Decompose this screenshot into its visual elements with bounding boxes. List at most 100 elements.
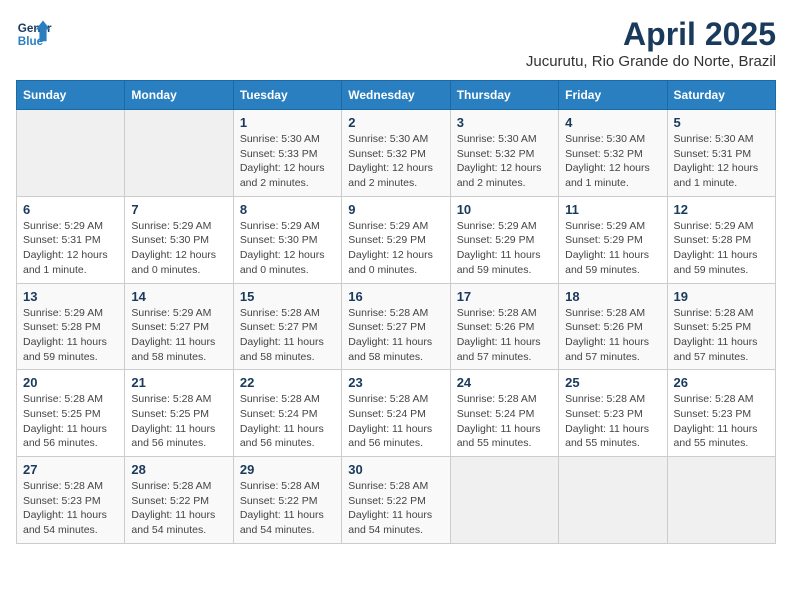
day-number: 6 [23, 202, 118, 217]
calendar-cell: 8Sunrise: 5:29 AM Sunset: 5:30 PM Daylig… [233, 196, 341, 283]
calendar-cell: 6 Sunrise: 5:29 AM Sunset: 5:31 PM Daylig… [17, 196, 125, 283]
calendar-cell: 20 Sunrise: 5:28 AM Sunset: 5:25 PM Dayli… [17, 370, 125, 457]
day-number: 19 [674, 289, 769, 304]
day-info: Sunrise: 5:28 AM Sunset: 5:23 PM Dayligh… [565, 392, 660, 451]
calendar-cell: 2 Sunrise: 5:30 AM Sunset: 5:32 PM Daylig… [342, 110, 450, 197]
calendar-cell: 1 Sunrise: 5:30 AM Sunset: 5:33 PM Daylig… [233, 110, 341, 197]
day-info: Sunrise: 5:28 AM Sunset: 5:22 PM Dayligh… [131, 479, 226, 538]
day-number: 13 [23, 289, 118, 304]
day-number: 1 [240, 115, 335, 130]
day-info: Sunrise: 5:28 AM Sunset: 5:24 PM Dayligh… [457, 392, 552, 451]
calendar-week-row: 6 Sunrise: 5:29 AM Sunset: 5:31 PM Daylig… [17, 196, 776, 283]
day-info: Sunrise: 5:29 AM Sunset: 5:27 PM Dayligh… [131, 306, 226, 365]
day-number: 28 [131, 462, 226, 477]
calendar-cell: 26 Sunrise: 5:28 AM Sunset: 5:23 PM Dayli… [667, 370, 775, 457]
day-number: 9 [348, 202, 443, 217]
calendar-week-row: 27 Sunrise: 5:28 AM Sunset: 5:23 PM Dayli… [17, 457, 776, 544]
day-number: 27 [23, 462, 118, 477]
day-number: 29 [240, 462, 335, 477]
header: General Blue April 2025 Jucurutu, Rio Gr… [16, 16, 776, 70]
day-info: Sunrise: 5:28 AM Sunset: 5:22 PM Dayligh… [240, 479, 335, 538]
day-number: 10 [457, 202, 552, 217]
calendar-cell: 3 Sunrise: 5:30 AM Sunset: 5:32 PM Daylig… [450, 110, 558, 197]
calendar-cell: 27 Sunrise: 5:28 AM Sunset: 5:23 PM Dayli… [17, 457, 125, 544]
day-info: Sunrise: 5:28 AM Sunset: 5:24 PM Dayligh… [240, 392, 335, 451]
title-area: April 2025 Jucurutu, Rio Grande do Norte… [526, 16, 776, 70]
calendar-cell [559, 457, 667, 544]
calendar-cell: 28 Sunrise: 5:28 AM Sunset: 5:22 PM Dayli… [125, 457, 233, 544]
day-number: 7 [131, 202, 226, 217]
calendar-cell: 23 Sunrise: 5:28 AM Sunset: 5:24 PM Dayli… [342, 370, 450, 457]
calendar-cell: 7 Sunrise: 5:29 AM Sunset: 5:30 PM Daylig… [125, 196, 233, 283]
day-info: Sunrise: 5:29 AM Sunset: 5:28 PM Dayligh… [23, 306, 118, 365]
day-number: 2 [348, 115, 443, 130]
calendar-header-row: SundayMondayTuesdayWednesdayThursdayFrid… [17, 81, 776, 110]
page-subtitle: Jucurutu, Rio Grande do Norte, Brazil [526, 53, 776, 70]
calendar-cell: 15 Sunrise: 5:28 AM Sunset: 5:27 PM Dayli… [233, 283, 341, 370]
day-number: 5 [674, 115, 769, 130]
day-info: Sunrise: 5:28 AM Sunset: 5:23 PM Dayligh… [674, 392, 769, 451]
calendar-cell: 14 Sunrise: 5:29 AM Sunset: 5:27 PM Dayli… [125, 283, 233, 370]
day-info: Sunrise: 5:28 AM Sunset: 5:26 PM Dayligh… [565, 306, 660, 365]
day-info: Sunrise: 5:28 AM Sunset: 5:25 PM Dayligh… [23, 392, 118, 451]
day-info: Sunrise: 5:29 AM Sunset: 5:30 PM Dayligh… [131, 219, 226, 278]
weekday-header: Tuesday [233, 81, 341, 110]
day-info: Sunrise: 5:28 AM Sunset: 5:26 PM Dayligh… [457, 306, 552, 365]
weekday-header: Monday [125, 81, 233, 110]
day-number: 30 [348, 462, 443, 477]
day-number: 22 [240, 375, 335, 390]
calendar-cell [125, 110, 233, 197]
weekday-header: Wednesday [342, 81, 450, 110]
calendar-cell: 11 Sunrise: 5:29 AM Sunset: 5:29 PM Dayli… [559, 196, 667, 283]
calendar-cell: 5Sunrise: 5:30 AM Sunset: 5:31 PM Daylig… [667, 110, 775, 197]
day-info: Sunrise: 5:29 AM Sunset: 5:31 PM Dayligh… [23, 219, 118, 278]
day-info: Sunrise: 5:29 AM Sunset: 5:29 PM Dayligh… [565, 219, 660, 278]
day-info: Sunrise: 5:28 AM Sunset: 5:25 PM Dayligh… [674, 306, 769, 365]
day-info: Sunrise: 5:30 AM Sunset: 5:32 PM Dayligh… [348, 132, 443, 191]
calendar-cell: 12Sunrise: 5:29 AM Sunset: 5:28 PM Dayli… [667, 196, 775, 283]
day-info: Sunrise: 5:28 AM Sunset: 5:25 PM Dayligh… [131, 392, 226, 451]
logo: General Blue [16, 16, 52, 52]
calendar-cell: 19 Sunrise: 5:28 AM Sunset: 5:25 PM Dayli… [667, 283, 775, 370]
weekday-header: Friday [559, 81, 667, 110]
calendar-cell: 21 Sunrise: 5:28 AM Sunset: 5:25 PM Dayli… [125, 370, 233, 457]
day-info: Sunrise: 5:29 AM Sunset: 5:30 PM Dayligh… [240, 219, 335, 278]
day-number: 21 [131, 375, 226, 390]
calendar-week-row: 13 Sunrise: 5:29 AM Sunset: 5:28 PM Dayli… [17, 283, 776, 370]
day-number: 20 [23, 375, 118, 390]
calendar-table: SundayMondayTuesdayWednesdayThursdayFrid… [16, 80, 776, 544]
calendar-cell [17, 110, 125, 197]
day-number: 17 [457, 289, 552, 304]
day-number: 15 [240, 289, 335, 304]
day-info: Sunrise: 5:28 AM Sunset: 5:22 PM Dayligh… [348, 479, 443, 538]
day-info: Sunrise: 5:28 AM Sunset: 5:27 PM Dayligh… [348, 306, 443, 365]
day-info: Sunrise: 5:28 AM Sunset: 5:24 PM Dayligh… [348, 392, 443, 451]
day-info: Sunrise: 5:28 AM Sunset: 5:27 PM Dayligh… [240, 306, 335, 365]
day-number: 23 [348, 375, 443, 390]
day-info: Sunrise: 5:29 AM Sunset: 5:28 PM Dayligh… [674, 219, 769, 278]
calendar-week-row: 20 Sunrise: 5:28 AM Sunset: 5:25 PM Dayli… [17, 370, 776, 457]
day-number: 3 [457, 115, 552, 130]
day-number: 16 [348, 289, 443, 304]
weekday-header: Thursday [450, 81, 558, 110]
day-info: Sunrise: 5:29 AM Sunset: 5:29 PM Dayligh… [457, 219, 552, 278]
calendar-cell: 13 Sunrise: 5:29 AM Sunset: 5:28 PM Dayli… [17, 283, 125, 370]
day-info: Sunrise: 5:30 AM Sunset: 5:33 PM Dayligh… [240, 132, 335, 191]
day-number: 14 [131, 289, 226, 304]
page-title: April 2025 [526, 16, 776, 53]
weekday-header: Sunday [17, 81, 125, 110]
calendar-cell: 22 Sunrise: 5:28 AM Sunset: 5:24 PM Dayli… [233, 370, 341, 457]
calendar-cell: 29 Sunrise: 5:28 AM Sunset: 5:22 PM Dayli… [233, 457, 341, 544]
day-number: 4 [565, 115, 660, 130]
day-number: 11 [565, 202, 660, 217]
calendar-week-row: 1 Sunrise: 5:30 AM Sunset: 5:33 PM Daylig… [17, 110, 776, 197]
day-number: 18 [565, 289, 660, 304]
calendar-cell: 9Sunrise: 5:29 AM Sunset: 5:29 PM Daylig… [342, 196, 450, 283]
calendar-cell: 30 Sunrise: 5:28 AM Sunset: 5:22 PM Dayli… [342, 457, 450, 544]
day-number: 26 [674, 375, 769, 390]
calendar-cell [450, 457, 558, 544]
day-number: 24 [457, 375, 552, 390]
day-info: Sunrise: 5:30 AM Sunset: 5:32 PM Dayligh… [457, 132, 552, 191]
day-info: Sunrise: 5:28 AM Sunset: 5:23 PM Dayligh… [23, 479, 118, 538]
calendar-cell: 10 Sunrise: 5:29 AM Sunset: 5:29 PM Dayli… [450, 196, 558, 283]
